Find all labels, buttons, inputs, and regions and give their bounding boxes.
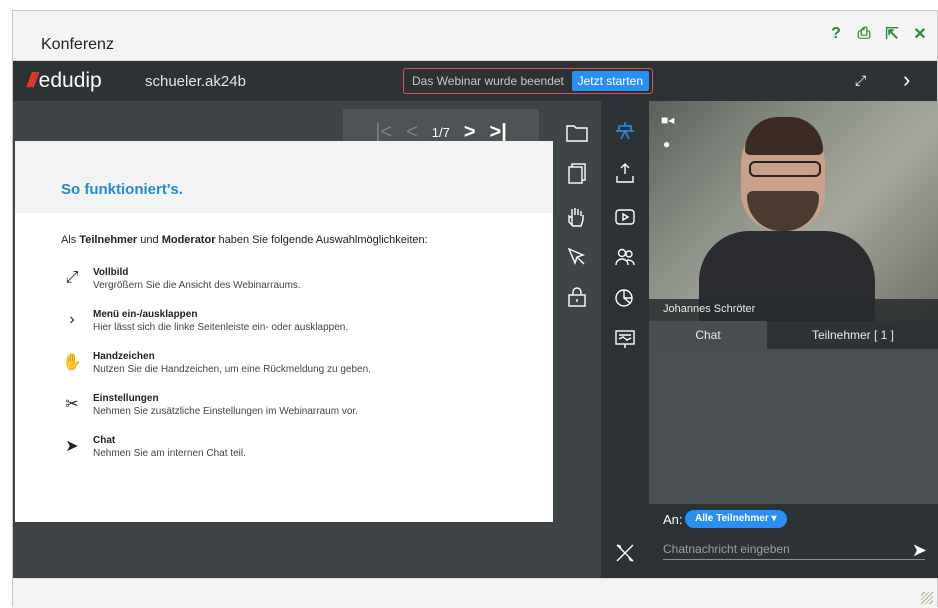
- feature-title: Chat: [93, 435, 116, 446]
- hand-icon: ✋: [62, 354, 82, 371]
- print-icon[interactable]: ⎙: [855, 25, 873, 43]
- tab-participants[interactable]: Teilnehmer [ 1 ]: [767, 321, 938, 349]
- slide: So funktioniert's. Als Teilnehmer und Mo…: [15, 141, 553, 522]
- participant-name: Johannes Schröter: [663, 303, 756, 315]
- camera-icon[interactable]: ■◂: [661, 113, 674, 127]
- resize-grip-icon[interactable]: [921, 592, 933, 604]
- feature-chat: ➤ Chat Nehmen Sie am internen Chat teil.: [59, 435, 246, 459]
- feature-desc: Nehmen Sie am internen Chat teil.: [93, 448, 246, 459]
- send-icon: ➤: [65, 438, 79, 455]
- intro-prefix: Als: [61, 234, 80, 246]
- window-controls: ? ⎙ ⇱ ✕: [827, 25, 929, 43]
- poll-chart-icon[interactable]: [613, 285, 637, 309]
- intro-role-moderator: Moderator: [161, 234, 216, 246]
- feature-desc: Nutzen Sie die Handzeichen, um eine Rück…: [93, 364, 371, 375]
- page-indicator: 1/7: [431, 124, 450, 140]
- intro-suffix: haben Sie folgende Auswahlmöglichkeiten:: [215, 234, 428, 246]
- slide-intro: Als Teilnehmer und Moderator haben Sie f…: [61, 234, 428, 246]
- upload-icon[interactable]: [613, 161, 637, 185]
- pointer-icon[interactable]: [565, 245, 589, 269]
- person-glasses: [749, 161, 821, 177]
- feature-settings: ✂ Einstellungen Nehmen Sie zusätzliche Ei…: [59, 393, 358, 417]
- hand-raise-icon[interactable]: [565, 205, 589, 229]
- window-statusbar: [13, 578, 937, 608]
- documents-icon[interactable]: [565, 161, 589, 185]
- slide-header: So funktioniert's.: [15, 141, 553, 213]
- recipient-value: Alle Teilnehmer: [695, 513, 769, 524]
- folder-icon[interactable]: [565, 121, 589, 145]
- feature-desc: Nehmen Sie zusätzliche Einstellungen im …: [93, 406, 358, 417]
- feature-menu: › Menü ein-/ausklappen Hier lässt sich di…: [59, 309, 348, 333]
- feature-title: Vollbild: [93, 267, 129, 278]
- chevron-right-icon: ›: [69, 311, 75, 328]
- fullscreen-icon[interactable]: ⤢: [855, 72, 866, 89]
- help-icon[interactable]: ?: [827, 25, 845, 43]
- webinar-topbar: /// edudip schueler.ak24b Das Webinar wu…: [13, 61, 937, 101]
- tool-sidebar-right: [601, 101, 649, 578]
- lock-icon[interactable]: [565, 285, 589, 309]
- chat-messages: [649, 349, 938, 504]
- chat-composer: An: Alle Teilnehmer ▾ ➤: [649, 504, 938, 578]
- video-play-icon[interactable]: [613, 205, 637, 229]
- tool-sidebar-left: [553, 101, 601, 578]
- microphone-icon[interactable]: ●: [663, 137, 670, 151]
- recipient-select[interactable]: Alle Teilnehmer ▾: [685, 510, 787, 528]
- webcam-video: ■◂ ● Johannes Schröter: [649, 101, 938, 321]
- edudip-logo: /// edudip: [27, 69, 102, 93]
- whiteboard-icon[interactable]: [613, 327, 637, 351]
- feature-hand: ✋ Handzeichen Nutzen Sie die Handzeichen,…: [59, 351, 371, 375]
- webinar-status: Das Webinar wurde beendet Jetzt starten: [403, 68, 653, 94]
- intro-role-participant: Teilnehmer: [79, 234, 138, 246]
- close-icon[interactable]: ✕: [911, 25, 929, 43]
- popout-icon[interactable]: ⇱: [883, 25, 901, 43]
- tools-icon: ✂: [65, 396, 79, 413]
- person-hair: [745, 117, 823, 155]
- conference-window: Konferenz ? ⎙ ⇱ ✕ /// edudip schueler.ak…: [12, 10, 938, 608]
- chat-input[interactable]: [663, 538, 925, 560]
- video-caption: Johannes Schröter: [649, 299, 938, 321]
- feature-title: Menü ein-/ausklappen: [93, 309, 198, 320]
- participants-icon[interactable]: [613, 245, 637, 269]
- room-name: schueler.ak24b: [145, 73, 246, 90]
- feature-desc: Hier lässt sich die linke Seitenleiste e…: [93, 322, 349, 333]
- chat-tabs: Chat Teilnehmer [ 1 ]: [649, 321, 938, 349]
- window-titlebar: Konferenz ? ⎙ ⇱ ✕: [13, 11, 937, 61]
- status-message: Das Webinar wurde beendet: [412, 74, 564, 88]
- send-icon[interactable]: ➤: [912, 540, 927, 561]
- fullscreen-icon: ⤢: [65, 269, 79, 286]
- feature-fullscreen: ⤢ Vollbild Vergrößern Sie die Ansicht des…: [59, 267, 301, 291]
- feature-title: Einstellungen: [93, 393, 159, 404]
- intro-mid: und: [137, 234, 162, 246]
- tab-chat[interactable]: Chat: [649, 321, 767, 349]
- recipient-label: An:: [663, 512, 683, 527]
- window-title: Konferenz: [41, 36, 114, 53]
- presenter-icon[interactable]: [613, 119, 637, 143]
- start-button[interactable]: Jetzt starten: [571, 71, 649, 91]
- feature-desc: Vergrößern Sie die Ansicht des Webinarra…: [93, 280, 301, 291]
- settings-tools-icon[interactable]: [613, 541, 637, 565]
- presentation-stage: |< < 1/7 > >| So funktioniert's. Als Tei…: [13, 101, 553, 578]
- feature-title: Handzeichen: [93, 351, 155, 362]
- logo-word: edudip: [38, 69, 102, 92]
- collapse-menu-icon[interactable]: ›: [903, 67, 910, 93]
- logo-slashes: ///: [27, 70, 38, 92]
- slide-heading: So funktioniert's.: [61, 181, 183, 198]
